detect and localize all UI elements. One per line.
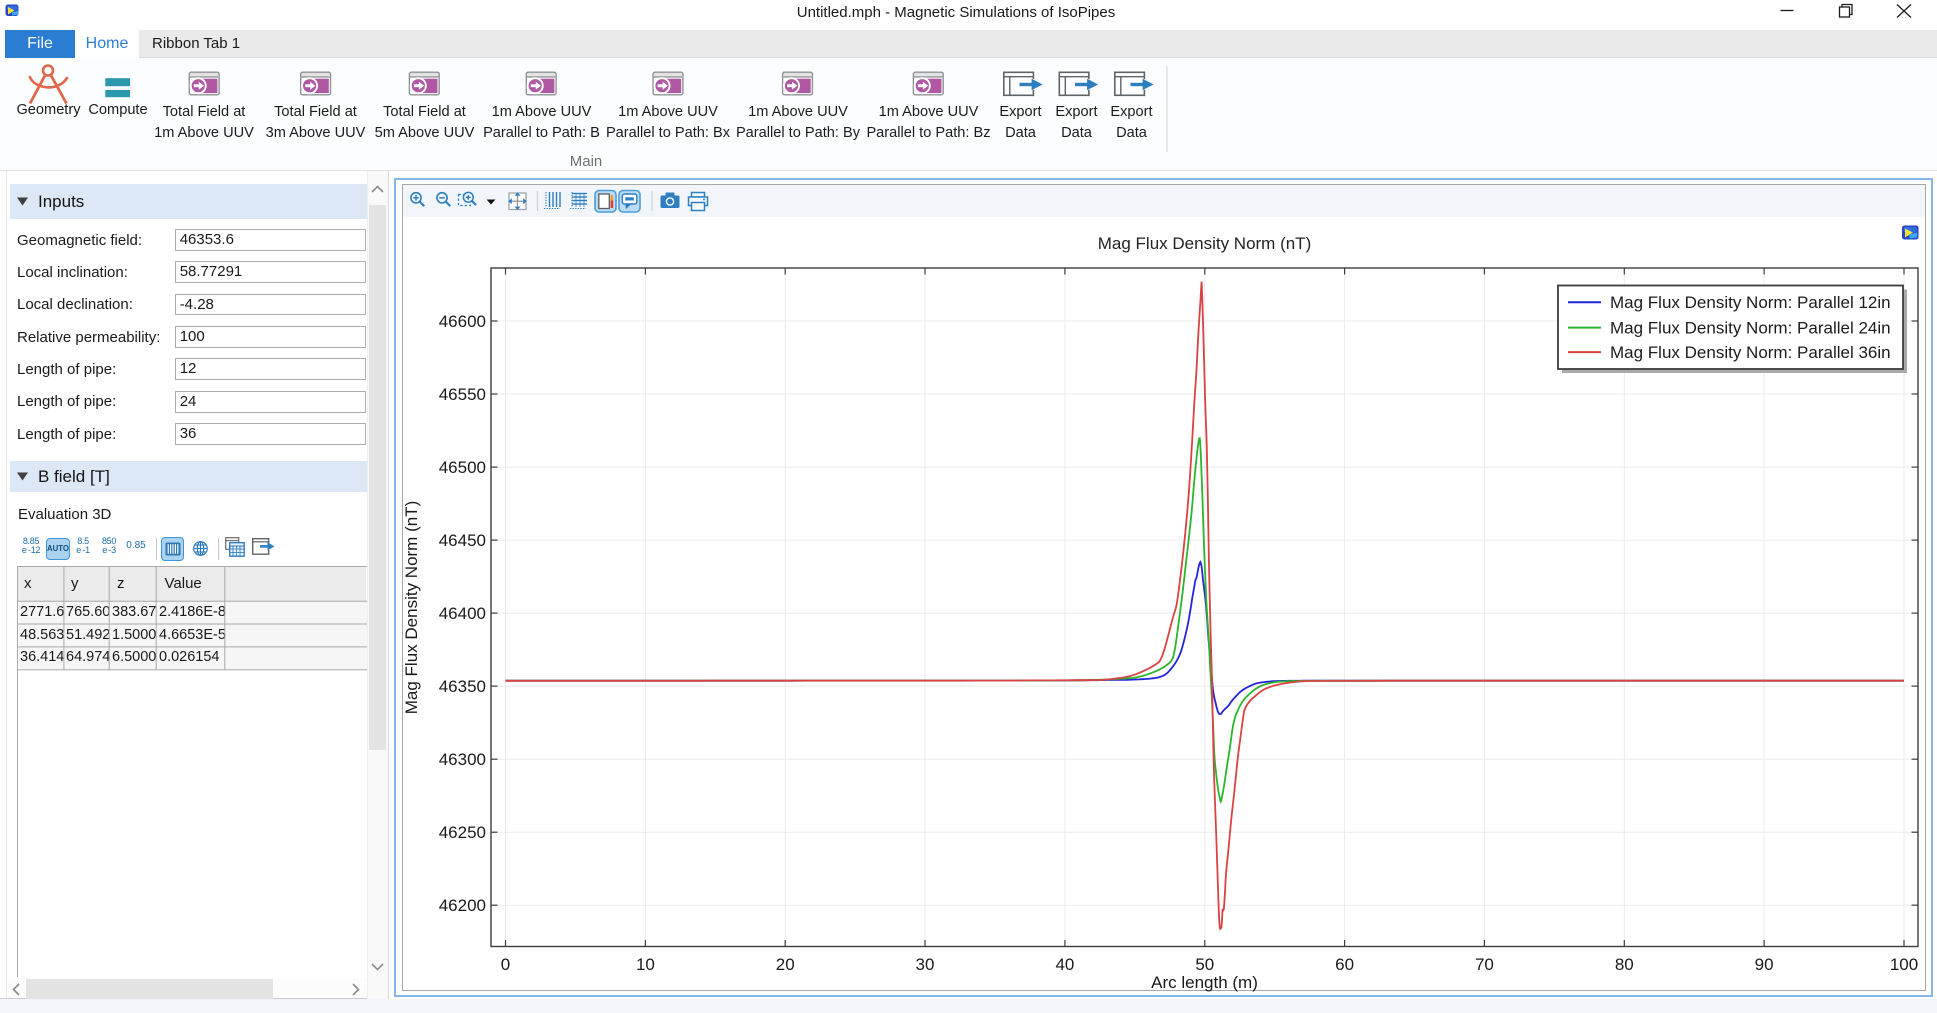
svg-text:46350: 46350 xyxy=(439,677,486,696)
svg-text:46550: 46550 xyxy=(439,385,486,404)
svg-text:Mag Flux Density Norm: Paralle: Mag Flux Density Norm: Parallel 12in xyxy=(1610,293,1891,312)
svg-text:80: 80 xyxy=(1615,955,1634,974)
svg-text:46600: 46600 xyxy=(439,312,486,331)
svg-text:Arc length (m): Arc length (m) xyxy=(1151,973,1258,992)
svg-text:46400: 46400 xyxy=(439,604,486,623)
svg-text:46500: 46500 xyxy=(439,458,486,477)
svg-text:90: 90 xyxy=(1755,955,1774,974)
svg-text:Mag Flux Density Norm: Paralle: Mag Flux Density Norm: Parallel 24in xyxy=(1610,318,1891,337)
svg-text:46450: 46450 xyxy=(439,531,486,550)
svg-text:10: 10 xyxy=(636,955,655,974)
svg-text:46300: 46300 xyxy=(439,750,486,769)
svg-text:30: 30 xyxy=(916,955,935,974)
svg-text:20: 20 xyxy=(776,955,795,974)
svg-text:Mag Flux Density Norm (nT): Mag Flux Density Norm (nT) xyxy=(402,501,421,714)
svg-text:0: 0 xyxy=(501,955,510,974)
svg-text:100: 100 xyxy=(1890,955,1918,974)
svg-text:70: 70 xyxy=(1475,955,1494,974)
svg-text:46200: 46200 xyxy=(439,896,486,915)
svg-text:50: 50 xyxy=(1195,955,1214,974)
svg-text:40: 40 xyxy=(1055,955,1074,974)
svg-text:Mag Flux Density Norm (nT): Mag Flux Density Norm (nT) xyxy=(1098,234,1311,253)
svg-text:60: 60 xyxy=(1335,955,1354,974)
svg-text:46250: 46250 xyxy=(439,823,486,842)
svg-text:Mag Flux Density Norm: Paralle: Mag Flux Density Norm: Parallel 36in xyxy=(1610,343,1891,362)
